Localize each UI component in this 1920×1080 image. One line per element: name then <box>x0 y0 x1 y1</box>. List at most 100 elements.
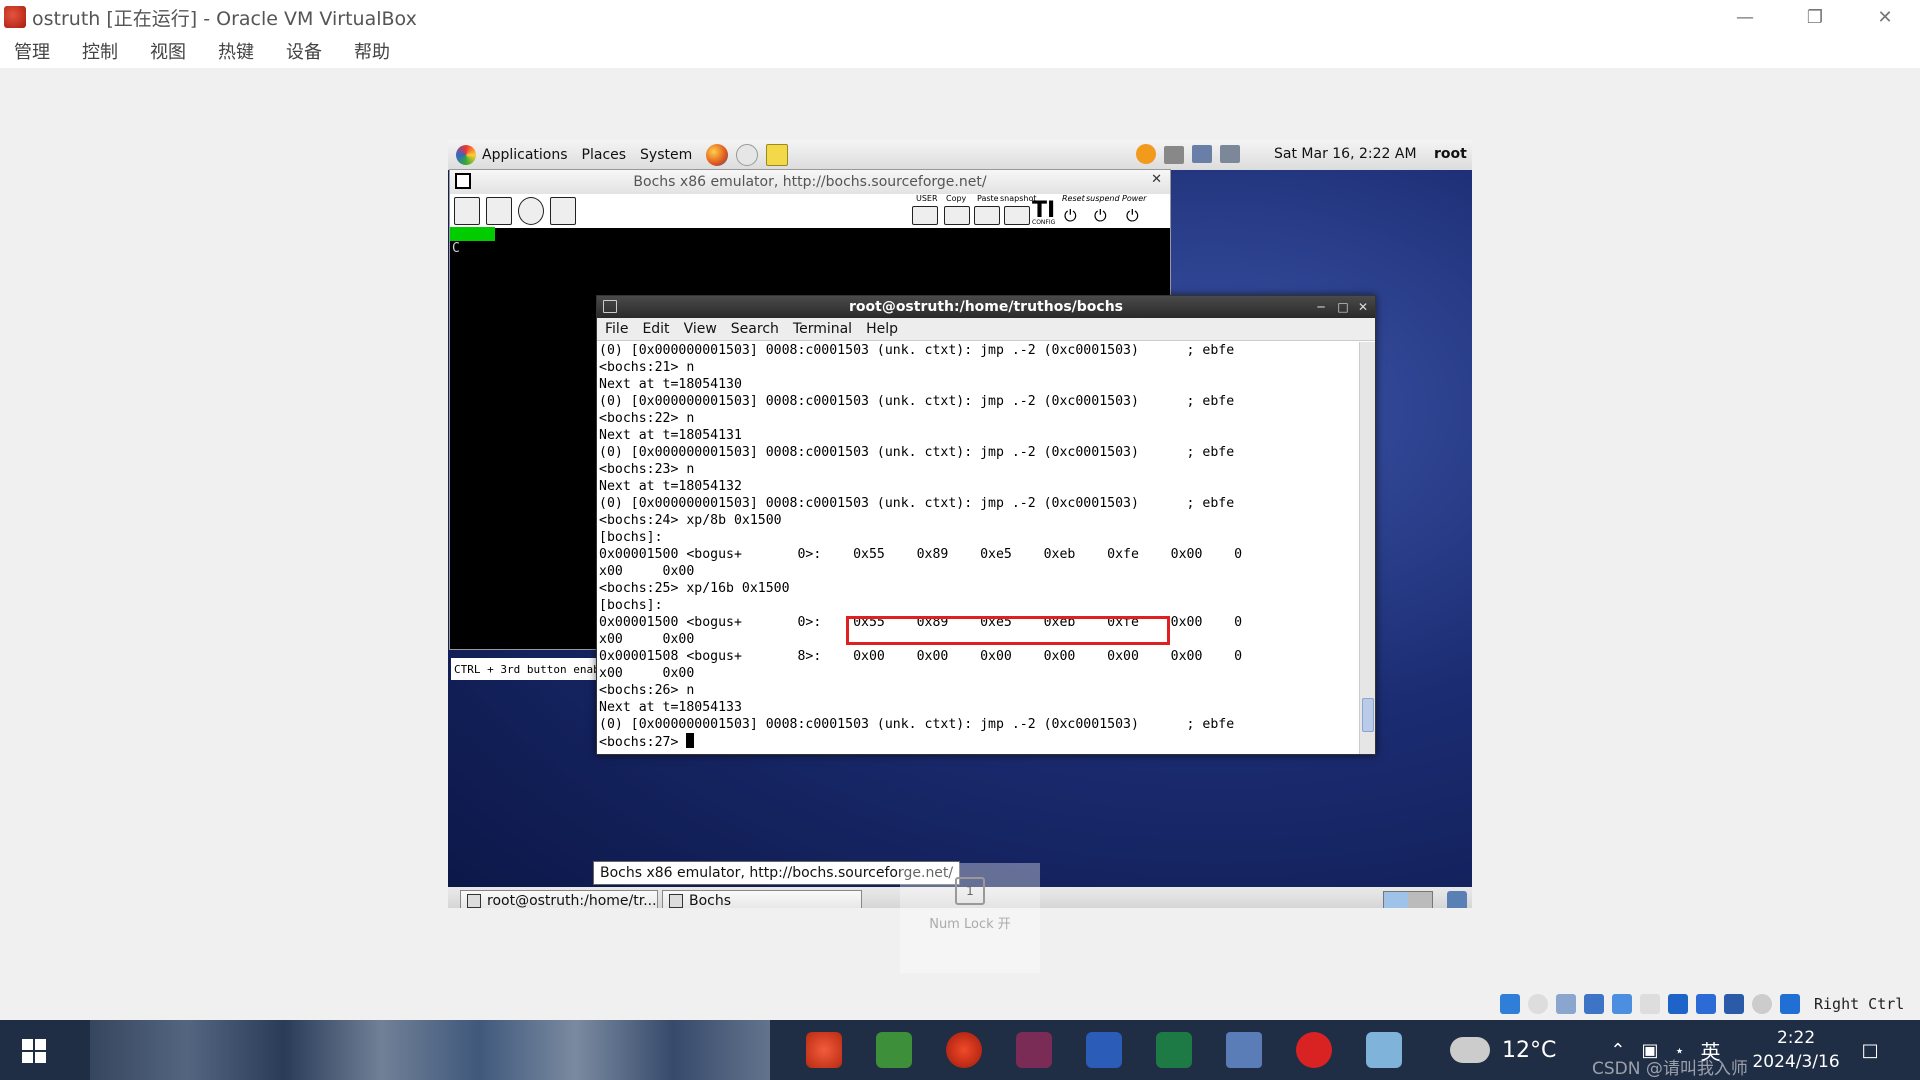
audio-icon[interactable] <box>1556 994 1576 1014</box>
terminal-line: <bochs:26> n <box>599 683 695 698</box>
terminal-line: <bochs:24> xp/8b 0x1500 <box>599 513 782 528</box>
app-icon-2[interactable] <box>876 1032 912 1068</box>
excel-icon[interactable] <box>1156 1032 1192 1068</box>
restore-button[interactable]: ❐ <box>1780 0 1850 34</box>
terminal-menu-edit[interactable]: Edit <box>642 321 669 337</box>
terminal-line: (0) [0x000000001503] 0008:c0001503 (unk.… <box>599 343 1235 358</box>
terminal-menu-search[interactable]: Search <box>731 321 779 337</box>
tasklist-terminal-label: root@ostruth:/home/tr... <box>487 893 657 908</box>
floppy-a-icon[interactable] <box>454 197 480 225</box>
terminal-line: Next at t=18054131 <box>599 428 742 443</box>
usb-icon[interactable] <box>1612 994 1632 1014</box>
panel-user[interactable]: root <box>1434 146 1467 162</box>
bochs-window-icon <box>455 173 471 189</box>
notification-icon[interactable]: □ <box>1862 1040 1879 1061</box>
firefox-icon[interactable] <box>706 144 729 166</box>
network-icon[interactable] <box>1192 145 1212 163</box>
panel-menu-system[interactable]: System <box>640 147 692 163</box>
terminal-window-icon <box>603 300 617 313</box>
app-icon-4[interactable] <box>1016 1032 1052 1068</box>
close-button[interactable]: ✕ <box>1850 0 1920 34</box>
toolbar-config-label: CONFIG <box>1032 219 1056 226</box>
toolbar-suspend-label: suspend <box>1086 194 1120 203</box>
vbox-menubar: 管理 控制 视图 热键 设备 帮助 <box>0 34 1920 68</box>
terminal-line: (0) [0x000000001503] 0008:c0001503 (unk.… <box>599 445 1235 460</box>
display-icon[interactable] <box>1668 994 1688 1014</box>
paste-button[interactable] <box>974 206 1000 225</box>
bochs-title: Bochs x86 emulator, http://bochs.sourcef… <box>633 174 987 190</box>
mouse-integration-icon[interactable] <box>1752 994 1772 1014</box>
app-icon-3[interactable] <box>946 1032 982 1068</box>
user-button[interactable] <box>912 206 938 225</box>
terminal-menu-terminal[interactable]: Terminal <box>793 321 852 337</box>
virtualbox-taskbar-icon[interactable] <box>1226 1032 1262 1068</box>
terminal-line: x00 0x00 <box>599 666 695 681</box>
terminal-scrollbar[interactable] <box>1359 342 1375 754</box>
floppy-b-icon[interactable] <box>486 197 512 225</box>
tasklist-item-terminal[interactable]: root@ostruth:/home/tr... <box>460 890 658 908</box>
cdrom-icon[interactable] <box>518 197 544 225</box>
keyboard-capture-icon[interactable] <box>1780 994 1800 1014</box>
word-icon[interactable] <box>1086 1032 1122 1068</box>
weather-temp[interactable]: 12°C <box>1502 1038 1556 1063</box>
menu-help[interactable]: 帮助 <box>354 38 390 64</box>
bochs-task-icon <box>669 894 683 908</box>
clipboard-icon[interactable] <box>1220 145 1240 163</box>
terminal-menu-file[interactable]: File <box>605 321 628 337</box>
app-icon-8[interactable] <box>1296 1032 1332 1068</box>
terminal-title: root@ostruth:/home/truthos/bochs <box>848 299 1124 315</box>
copy-button[interactable] <box>944 206 970 225</box>
panel-clock[interactable]: Sat Mar 16, 2:22 AM <box>1274 146 1417 162</box>
cpu-icon[interactable] <box>1724 994 1744 1014</box>
volume-muted-icon[interactable] <box>1164 146 1184 164</box>
menu-view[interactable]: 视图 <box>150 38 186 64</box>
recording-icon[interactable] <box>1696 994 1716 1014</box>
snapshot-button[interactable] <box>1004 206 1030 225</box>
menu-hotkeys[interactable]: 热键 <box>218 38 254 64</box>
terminal-menu-help[interactable]: Help <box>866 321 898 337</box>
bochs-close-button[interactable]: ✕ <box>1151 172 1162 187</box>
terminal-close-button[interactable]: ✕ <box>1353 296 1373 318</box>
optical-drive-icon[interactable] <box>1528 994 1548 1014</box>
app-icon-1[interactable] <box>806 1032 842 1068</box>
vm-screen[interactable]: Applications Places System Sat Mar 16, 2… <box>448 140 1472 908</box>
shared-folders-icon[interactable] <box>1640 994 1660 1014</box>
highlight-annotation <box>846 616 1170 645</box>
terminal-line: (0) [0x000000001503] 0008:c0001503 (unk.… <box>599 717 1235 732</box>
toolbar-copy-label: Copy <box>946 194 967 203</box>
bochs-status-text: CTRL + 3rd button enables mouse <box>454 662 613 676</box>
trash-icon[interactable] <box>1447 891 1467 908</box>
terminal-line: (0) [0x000000001503] 0008:c0001503 (unk.… <box>599 394 1235 409</box>
terminal-minimize-button[interactable]: ─ <box>1311 296 1331 318</box>
terminal-line: Next at t=18054133 <box>599 700 742 715</box>
scrollbar-thumb[interactable] <box>1362 698 1374 732</box>
taskbar-clock[interactable]: 2:22 2024/3/16 <box>1752 1026 1839 1074</box>
reset-button[interactable]: ⏻ <box>1064 206 1077 226</box>
menu-control[interactable]: 控制 <box>82 38 118 64</box>
terminal-window[interactable]: root@ostruth:/home/truthos/bochs ─ □ ✕ F… <box>596 295 1376 755</box>
text-editor-icon[interactable] <box>766 144 789 166</box>
terminal-menu-view[interactable]: View <box>684 321 717 337</box>
hard-disk-icon[interactable] <box>1500 994 1520 1014</box>
tasklist-item-bochs[interactable]: Bochs <box>662 890 862 908</box>
host-key-label: Right Ctrl <box>1814 995 1905 1013</box>
panel-menu-places[interactable]: Places <box>582 147 627 163</box>
gnome-top-panel: Applications Places System Sat Mar 16, 2… <box>448 140 1472 170</box>
suspend-button[interactable]: ⏻ <box>1094 206 1107 226</box>
menu-devices[interactable]: 设备 <box>286 38 322 64</box>
minimize-button[interactable]: — <box>1710 0 1780 34</box>
terminal-maximize-button[interactable]: □ <box>1333 296 1353 318</box>
workspace-switcher[interactable] <box>1383 891 1433 908</box>
weather-cloud-icon[interactable] <box>1450 1037 1490 1063</box>
menu-manage[interactable]: 管理 <box>14 38 50 64</box>
mail-icon[interactable] <box>736 144 759 166</box>
mouse-icon[interactable] <box>550 197 576 225</box>
update-notifier-icon[interactable] <box>1136 144 1156 164</box>
network-adapter-icon[interactable] <box>1584 994 1604 1014</box>
power-button[interactable]: ⏻ <box>1126 206 1139 226</box>
start-button[interactable] <box>22 1039 46 1063</box>
numlock-osd: 1 Num Lock 开 <box>900 863 1040 973</box>
panel-menu-applications[interactable]: Applications <box>482 147 568 163</box>
app-icon-9[interactable] <box>1366 1032 1402 1068</box>
terminal-output[interactable]: (0) [0x000000001503] 0008:c0001503 (unk.… <box>597 342 1359 754</box>
